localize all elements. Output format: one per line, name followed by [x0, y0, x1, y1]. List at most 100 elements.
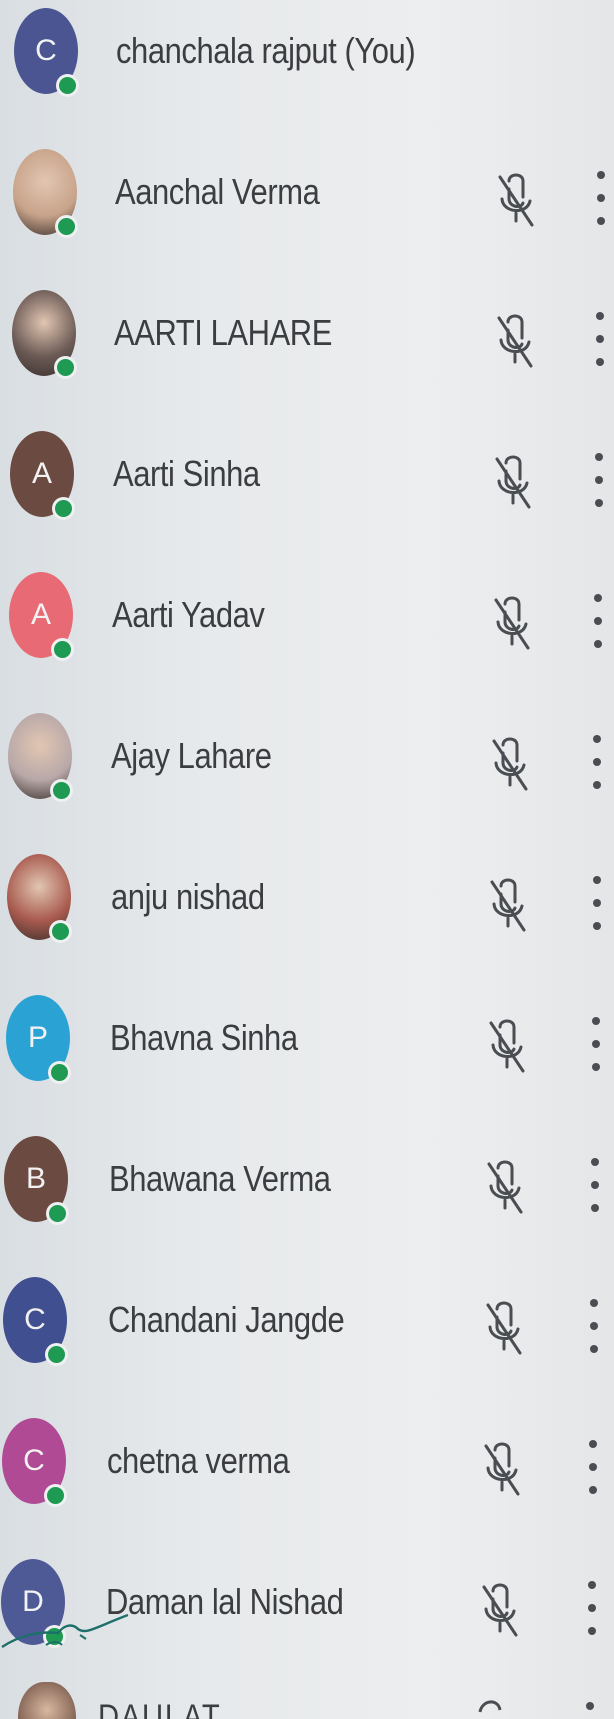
participant-row[interactable]: Ajay Lahare: [0, 711, 614, 841]
participant-row[interactable]: anju nishad: [0, 852, 614, 982]
more-options-dot: [591, 1158, 599, 1166]
participant-name: Bhawana Verma: [109, 1158, 331, 1199]
online-status-dot: [44, 1484, 67, 1507]
more-options-dot: [594, 640, 602, 648]
participant-row[interactable]: B Bhawana Verma: [0, 1134, 614, 1264]
online-status-dot: [56, 74, 79, 97]
online-status-dot: [52, 497, 75, 520]
more-options-dot: [596, 335, 604, 343]
more-options-dot: [594, 617, 602, 625]
mic-off-icon: [489, 1019, 525, 1073]
participant-row[interactable]: C Chandani Jangde: [0, 1275, 614, 1405]
online-status-dot: [51, 638, 74, 661]
mic-off-icon: [478, 1700, 502, 1713]
online-status-dot: [46, 1202, 69, 1225]
mic-off-icon: [497, 314, 533, 368]
avatar-initial: A: [30, 598, 51, 631]
avatar-initial: A: [31, 457, 52, 490]
more-options-dot: [593, 781, 601, 789]
more-options-dot: [591, 1181, 599, 1189]
more-options-dot: [596, 358, 604, 366]
participant-row[interactable]: AARTI LAHARE: [0, 288, 614, 418]
participants-screen: Cchanchala rajput (You) Aanchal Verma AART…: [0, 0, 614, 1719]
participant-name: Daman lal Nishad: [106, 1581, 344, 1622]
online-status-dot: [45, 1343, 68, 1366]
more-options-dot: [592, 1063, 600, 1071]
mic-off-icon: [484, 1442, 520, 1496]
avatar-initial: C: [23, 1444, 45, 1477]
more-options-button[interactable]: [587, 1158, 603, 1212]
more-options-dot: [595, 453, 603, 461]
more-options-dot: [592, 1017, 600, 1025]
more-options-button[interactable]: [591, 453, 607, 507]
more-options-button[interactable]: [582, 1702, 598, 1719]
participant-name: anju nishad: [111, 876, 265, 917]
more-options-dot: [594, 594, 602, 602]
more-options-button[interactable]: [588, 1017, 604, 1071]
mic-off-icon: [486, 1301, 522, 1355]
mic-off-icon: [492, 737, 528, 791]
participant-row[interactable]: Cchetna verma: [0, 1416, 614, 1546]
avatar-initial: C: [24, 1303, 46, 1336]
avatar-initial: P: [27, 1021, 48, 1054]
mic-off-icon: [482, 1583, 518, 1637]
pen-scribble: [1, 1613, 129, 1648]
more-options-dot: [591, 1204, 599, 1212]
participant-name: Chandani Jangde: [108, 1299, 345, 1340]
avatar-initial: C: [35, 34, 57, 67]
more-options-button[interactable]: [589, 876, 605, 930]
more-options-dot: [595, 476, 603, 484]
participant-row[interactable]: A Aarti Sinha: [0, 429, 614, 559]
online-status-dot: [55, 215, 78, 238]
more-options-button[interactable]: [593, 171, 609, 225]
participant-row[interactable]: A Aarti Yadav: [0, 570, 614, 700]
online-status-dot: [49, 920, 72, 943]
participant-name: chetna verma: [107, 1440, 290, 1481]
mic-off-icon: [494, 596, 530, 650]
more-options-dot: [589, 1486, 597, 1494]
more-options-dot: [590, 1322, 598, 1330]
mic-off-icon: [495, 455, 531, 509]
more-options-button[interactable]: [590, 594, 606, 648]
online-status-dot: [50, 779, 73, 802]
participant-name: Aarti Yadav: [112, 594, 265, 635]
participant-name: Aarti Sinha: [113, 453, 260, 494]
avatar-initial: B: [25, 1162, 46, 1195]
more-options-dot: [597, 217, 605, 225]
more-options-dot: [593, 922, 601, 930]
participant-name: Ajay Lahare: [111, 735, 272, 776]
more-options-dot: [596, 312, 604, 320]
more-options-dot: [593, 758, 601, 766]
participant-row[interactable]: Cchanchala rajput (You): [0, 6, 614, 136]
more-options-dot: [593, 735, 601, 743]
more-options-button[interactable]: [584, 1581, 600, 1635]
more-options-dot: [597, 171, 605, 179]
participant-name: Bhavna Sinha: [110, 1017, 298, 1058]
avatar: [18, 1682, 76, 1719]
participant-name: chanchala rajput (You): [116, 30, 416, 71]
more-options-dot: [588, 1581, 596, 1589]
more-options-dot: [588, 1604, 596, 1612]
participant-name: AARTI LAHARE: [114, 312, 332, 353]
more-options-button[interactable]: [589, 735, 605, 789]
mic-off-icon: [487, 1160, 523, 1214]
participant-row[interactable]: Aanchal Verma: [0, 147, 614, 277]
more-options-dot: [590, 1345, 598, 1353]
more-options-dot: [593, 876, 601, 884]
online-status-dot: [54, 356, 77, 379]
participant-name: DAULAT: [98, 1698, 222, 1719]
more-options-dot: [597, 194, 605, 202]
mic-off-icon: [490, 878, 526, 932]
more-options-dot: [589, 1463, 597, 1471]
more-options-button[interactable]: [586, 1299, 602, 1353]
more-options-dot: [595, 499, 603, 507]
dot: [586, 1702, 594, 1710]
participant-row[interactable]: P Bhavna Sinha: [0, 993, 614, 1123]
online-status-dot: [48, 1061, 71, 1084]
more-options-button[interactable]: [592, 312, 608, 366]
more-options-dot: [589, 1440, 597, 1448]
more-options-button[interactable]: [585, 1440, 601, 1494]
participant-name: Aanchal Verma: [115, 171, 320, 212]
more-options-dot: [593, 899, 601, 907]
more-options-dot: [592, 1040, 600, 1048]
